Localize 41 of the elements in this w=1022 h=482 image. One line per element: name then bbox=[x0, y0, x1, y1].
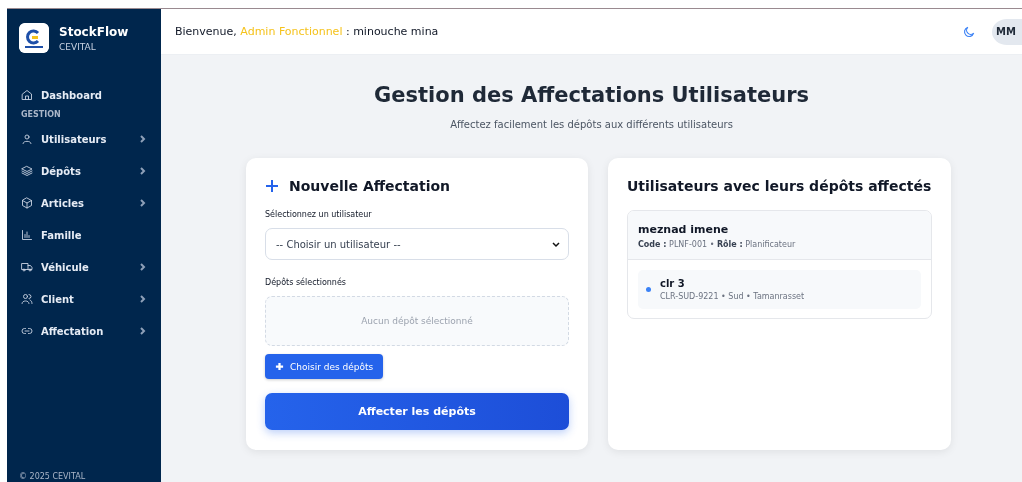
link-icon bbox=[21, 325, 33, 337]
user-name: meznad imene bbox=[638, 223, 730, 236]
section-label: GESTION bbox=[20, 108, 62, 121]
plus-icon bbox=[275, 362, 284, 371]
avatar[interactable]: MM bbox=[992, 18, 1022, 45]
card-title: Nouvelle Affectation bbox=[289, 178, 451, 194]
users-icon bbox=[21, 293, 33, 305]
empty-depots-area: Aucun dépôt sélectionné bbox=[265, 296, 569, 346]
choose-depots-button[interactable]: Choisir des dépôts bbox=[265, 354, 384, 379]
nav-item[interactable]: Dépôts bbox=[7, 155, 161, 187]
nav-item[interactable]: Famille bbox=[7, 219, 161, 251]
chart-icon bbox=[21, 229, 33, 241]
nav-item[interactable]: Affectation bbox=[7, 315, 161, 347]
moon-icon[interactable] bbox=[962, 24, 976, 39]
nav-item[interactable]: Client bbox=[7, 283, 161, 315]
nav-item[interactable]: Utilisateurs bbox=[7, 123, 161, 155]
user-icon bbox=[21, 133, 33, 145]
field-label: Dépôts sélectionnés bbox=[265, 278, 348, 287]
nav-item[interactable]: Articles bbox=[7, 187, 161, 219]
brand-name: StockFlow bbox=[59, 24, 129, 39]
box-icon bbox=[21, 197, 33, 209]
nav-item[interactable]: Dashboard bbox=[7, 79, 161, 111]
depot-details: CLR-SUD-9221 • Sud • Tamanrasset bbox=[660, 292, 805, 301]
home-icon bbox=[21, 89, 33, 101]
user-select[interactable]: -- Choisir un utilisateur -- bbox=[265, 228, 569, 260]
plus-icon bbox=[265, 179, 279, 193]
depot-name: clr 3 bbox=[660, 278, 686, 289]
layers-icon bbox=[21, 165, 33, 177]
truck-icon bbox=[21, 261, 33, 273]
copyright: © 2025 CEVITAL bbox=[18, 472, 87, 482]
submit-button[interactable]: Affecter les dépôts bbox=[265, 393, 569, 430]
card-title: Utilisateurs avec leurs dépôts affectés bbox=[627, 178, 932, 194]
page-title: Gestion des Affectations Utilisateurs bbox=[374, 83, 809, 107]
welcome-text: Bienvenue, Admin Fonctionnel : minouche mina bbox=[175, 25, 440, 38]
nav-item[interactable]: Véhicule bbox=[7, 251, 161, 283]
page-subtitle: Affectez facilement les dépôts aux différents utilisateurs bbox=[450, 119, 733, 130]
field-label: Sélectionnez un utilisateur bbox=[265, 210, 373, 219]
chevron-down-icon bbox=[552, 240, 560, 248]
user-meta: Code : PLNF-001 • Rôle : Planificateur bbox=[638, 240, 797, 249]
logo-icon bbox=[19, 23, 49, 53]
company-name: CEVITAL bbox=[59, 41, 97, 52]
